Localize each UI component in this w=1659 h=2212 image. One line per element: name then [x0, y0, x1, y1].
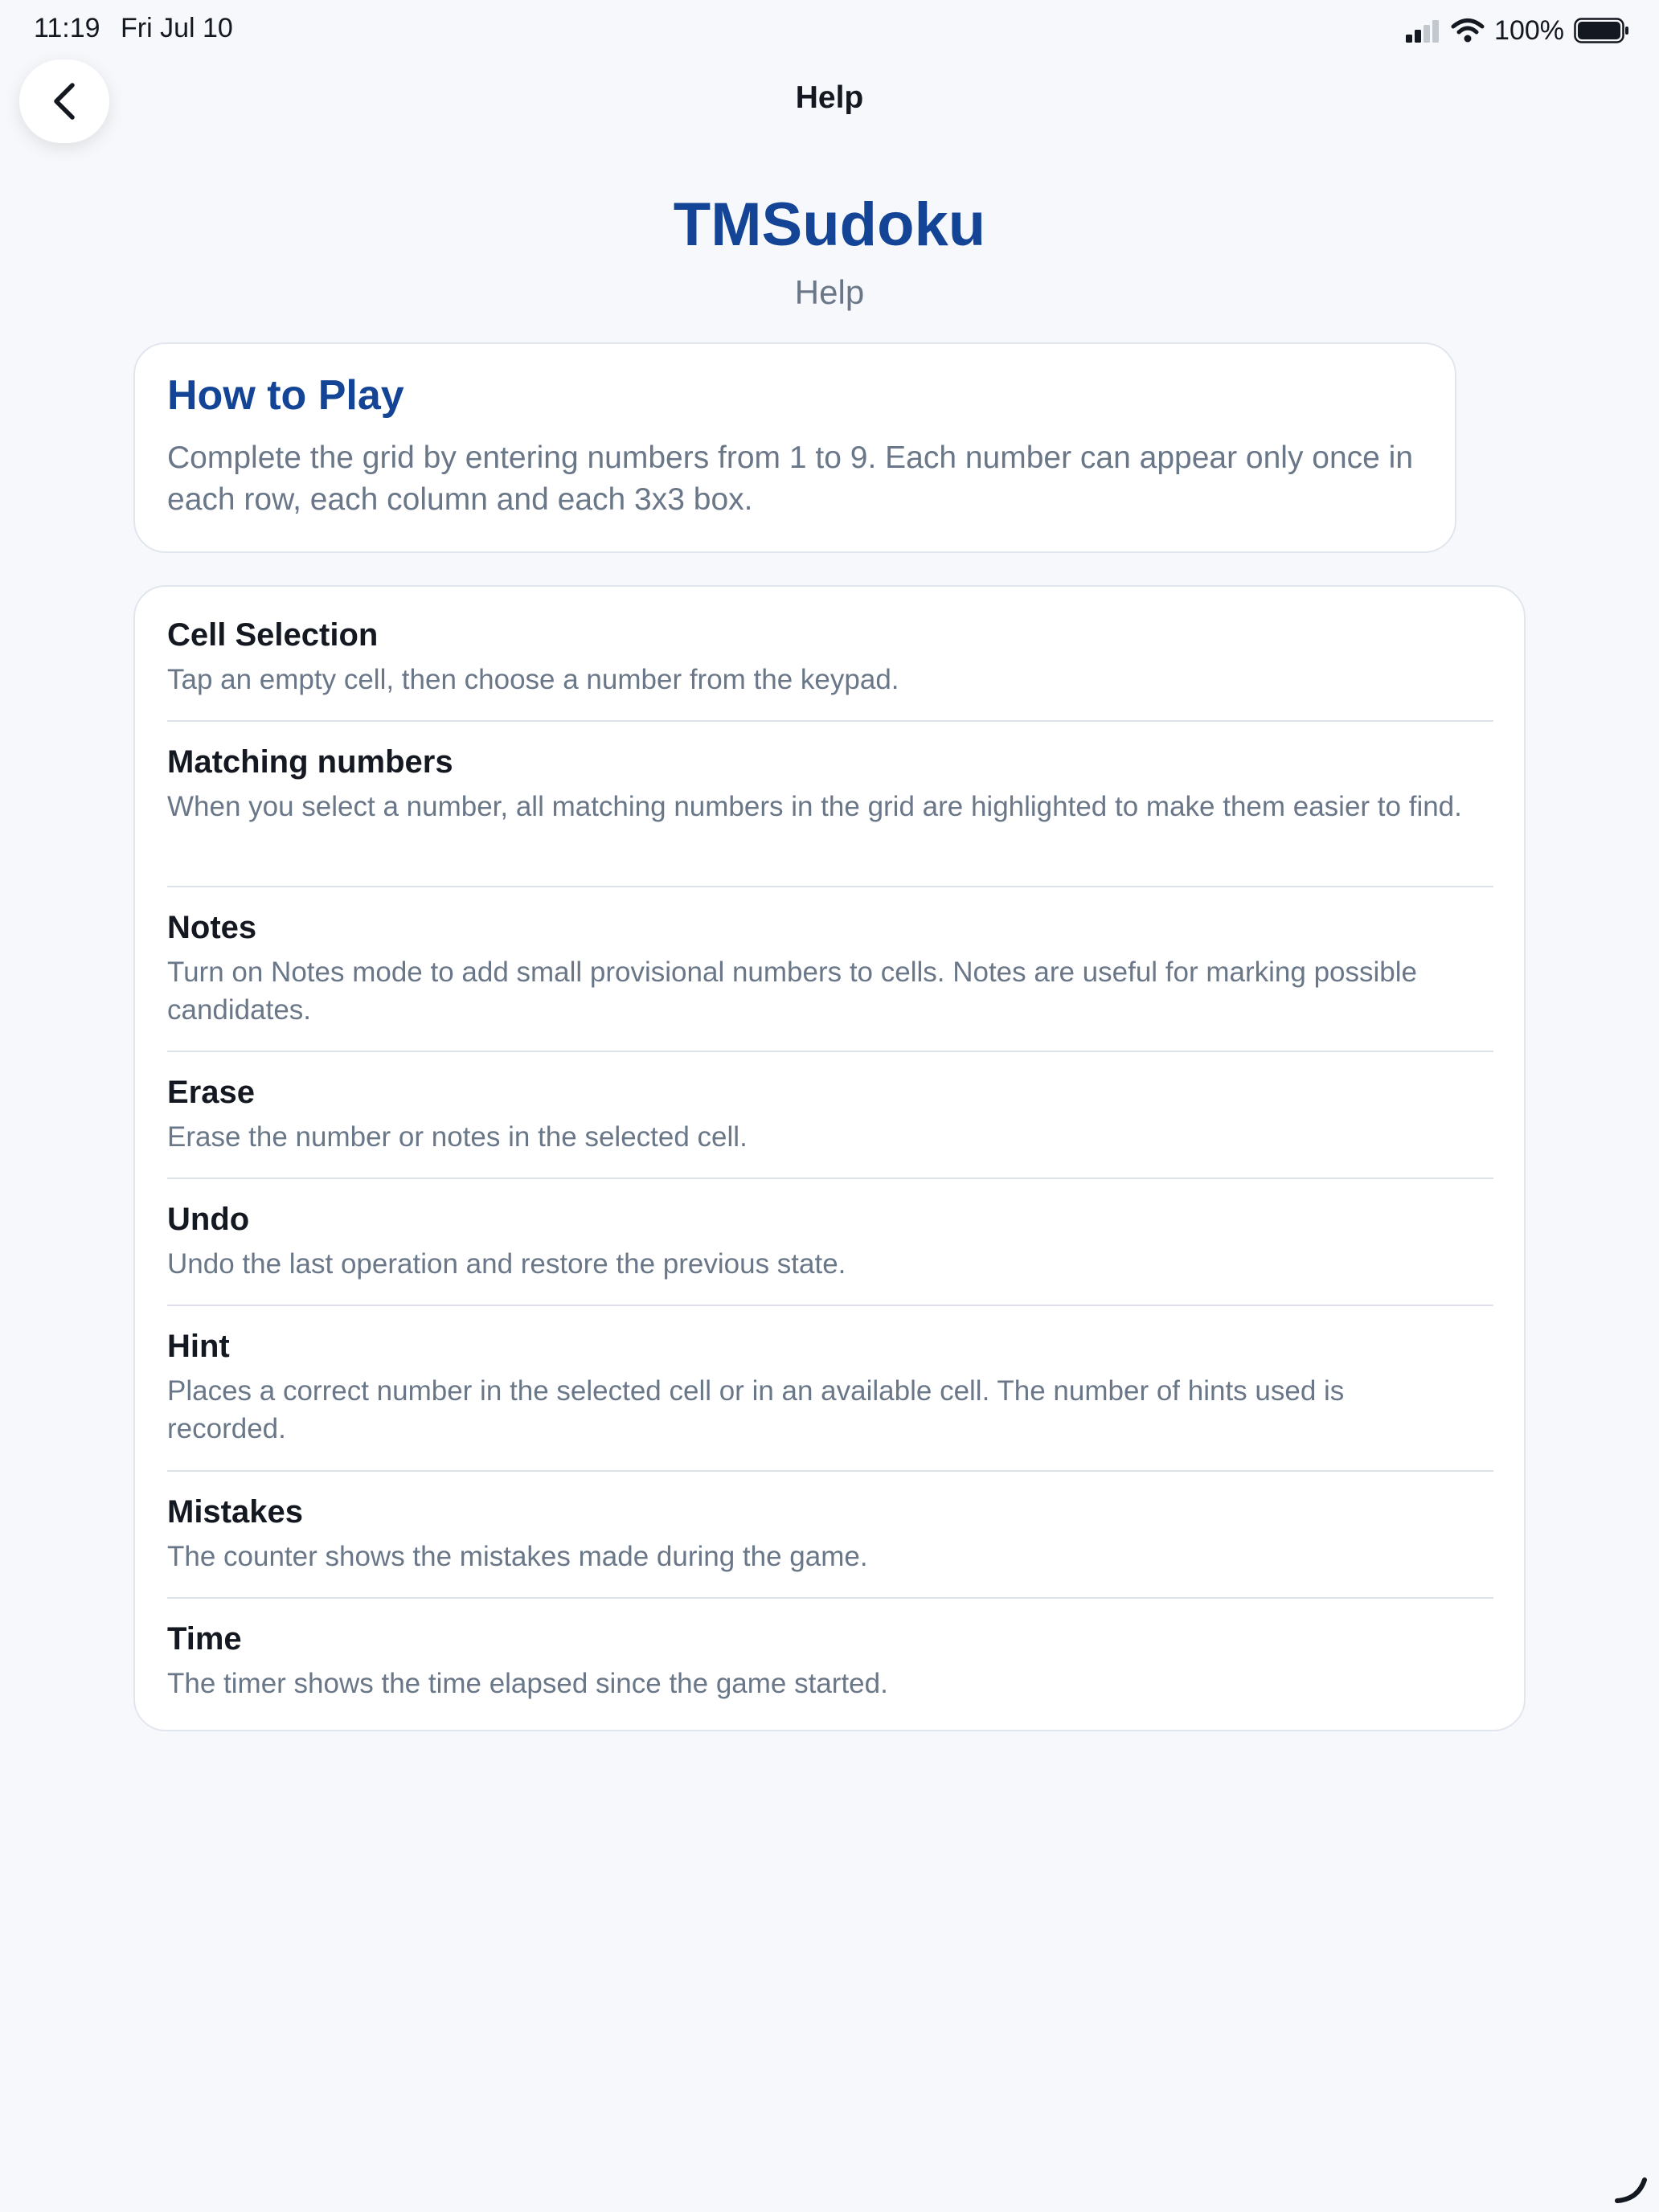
- divider: [167, 720, 1493, 722]
- divider: [167, 1305, 1493, 1306]
- feature-title: Notes: [167, 910, 257, 945]
- how-to-play-text: Complete the grid by entering numbers fr…: [167, 440, 1414, 517]
- status-bar: 11:19 Fri Jul 10 100%: [0, 0, 1659, 61]
- feature-item-cell-selection: Cell Selection Tap an empty cell, then c…: [167, 616, 1493, 698]
- divider: [167, 1597, 1493, 1599]
- status-time: 11:19: [34, 13, 100, 43]
- cellular-signal-icon: [1406, 20, 1440, 43]
- status-date: Fri Jul 10: [121, 13, 233, 43]
- feature-item-hint: Hint Places a correct number in the sele…: [167, 1327, 1493, 1448]
- divider: [167, 1178, 1493, 1179]
- feature-item-time: Time The timer shows the time elapsed si…: [167, 1620, 1493, 1702]
- corner-indicator-icon: [1615, 2177, 1647, 2203]
- feature-description: When you select a number, all matching n…: [167, 791, 1462, 822]
- page-subtitle: Help: [794, 273, 865, 311]
- divider: [167, 1470, 1493, 1472]
- feature-title: Erase: [167, 1075, 255, 1110]
- feature-title: Mistakes: [167, 1494, 303, 1530]
- feature-item-erase: Erase Erase the number or notes in the s…: [167, 1073, 1493, 1156]
- how-to-play-title: How to Play: [167, 372, 404, 419]
- feature-item-matching-numbers: Matching numbers When you select a numbe…: [167, 743, 1493, 825]
- battery-percentage: 100%: [1494, 14, 1564, 46]
- status-indicators: 100%: [1404, 11, 1630, 50]
- feature-description: The counter shows the mistakes made duri…: [167, 1541, 868, 1572]
- battery-icon: [1574, 18, 1628, 43]
- wifi-icon: [1451, 18, 1485, 43]
- feature-title: Time: [167, 1621, 242, 1657]
- feature-description: Tap an empty cell, then choose a number …: [167, 664, 899, 695]
- feature-description: Erase the number or notes in the selecte…: [167, 1121, 748, 1153]
- app-title: TMSudoku: [673, 190, 986, 259]
- how-to-play-card: How to Play Complete the grid by enterin…: [133, 342, 1456, 553]
- divider: [167, 1051, 1493, 1052]
- feature-item-mistakes: Mistakes The counter shows the mistakes …: [167, 1493, 1493, 1575]
- feature-description: The timer shows the time elapsed since t…: [167, 1668, 888, 1699]
- feature-description: Undo the last operation and restore the …: [167, 1248, 846, 1280]
- feature-item-notes: Notes Turn on Notes mode to add small pr…: [167, 908, 1493, 1029]
- feature-description: Places a correct number in the selected …: [167, 1375, 1345, 1444]
- feature-title: Matching numbers: [167, 744, 453, 780]
- feature-title: Undo: [167, 1202, 250, 1237]
- feature-item-undo: Undo Undo the last operation and restore…: [167, 1200, 1493, 1283]
- divider: [167, 886, 1493, 887]
- feature-title: Hint: [167, 1329, 230, 1364]
- features-card: Cell Selection Tap an empty cell, then c…: [133, 585, 1526, 1731]
- feature-title: Cell Selection: [167, 617, 379, 653]
- nav-title: Help: [795, 80, 864, 115]
- feature-description: Turn on Notes mode to add small provisio…: [167, 956, 1417, 1026]
